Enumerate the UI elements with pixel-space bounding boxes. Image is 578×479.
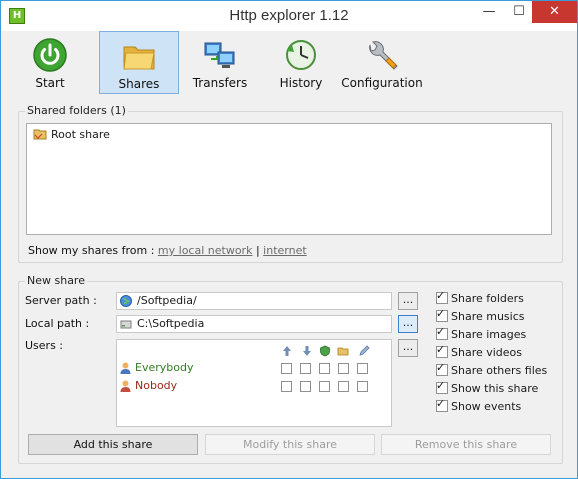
- user-avatar-icon: [120, 380, 131, 392]
- option-label: Show events: [451, 400, 522, 413]
- perm-checkbox[interactable]: [281, 363, 292, 374]
- drive-icon: [120, 320, 132, 329]
- internet-link[interactable]: internet: [263, 244, 307, 257]
- checkbox[interactable]: [436, 310, 448, 322]
- option-share-videos[interactable]: Share videos: [436, 346, 522, 359]
- start-label: Start: [35, 76, 65, 90]
- maximize-button[interactable]: ☐: [505, 1, 533, 23]
- perm-checkbox[interactable]: [357, 363, 368, 374]
- option-share-musics[interactable]: Share musics: [436, 310, 525, 323]
- transfers-label: Transfers: [192, 76, 248, 90]
- checkbox[interactable]: [436, 346, 448, 358]
- shares-label: Shares: [118, 77, 160, 91]
- upload-arrow-icon: [283, 346, 291, 356]
- option-share-folders[interactable]: Share folders: [436, 292, 524, 305]
- remove-share-button[interactable]: Remove this share: [381, 434, 551, 455]
- add-share-button[interactable]: Add this share: [28, 434, 198, 455]
- perm-checkbox[interactable]: [357, 381, 368, 392]
- minimize-button[interactable]: —: [475, 1, 503, 23]
- shared-folders-list[interactable]: Root share: [26, 123, 552, 235]
- root-share-label: Root share: [51, 128, 110, 141]
- app-window: H Http explorer 1.12 — ☐ ✕ Start Shares: [0, 0, 578, 479]
- checkbox[interactable]: [436, 364, 448, 376]
- user-avatar-icon: [120, 362, 131, 374]
- server-path-value: /Softpedia/: [137, 294, 197, 307]
- new-share-title: New share: [25, 274, 87, 287]
- toolbar: Start Shares Transfers History Configura…: [1, 31, 577, 95]
- transfers-button[interactable]: Transfers: [180, 31, 260, 94]
- wrench-icon: [369, 41, 398, 70]
- shield-icon: [320, 345, 330, 357]
- users-browse-button[interactable]: ...: [398, 339, 418, 357]
- history-label: History: [279, 76, 323, 90]
- perm-checkbox[interactable]: [319, 363, 330, 374]
- option-label: Share others files: [451, 364, 548, 377]
- perm-checkbox[interactable]: [281, 381, 292, 392]
- option-share-others-files[interactable]: Share others files: [436, 364, 547, 377]
- option-show-events[interactable]: Show events: [436, 400, 521, 413]
- local-path-label: Local path :: [25, 317, 90, 330]
- shared-folders-title: Shared folders (1): [25, 104, 128, 117]
- local-path-browse-button[interactable]: ...: [398, 315, 418, 333]
- server-path-label: Server path :: [25, 294, 97, 307]
- pencil-icon: [359, 345, 370, 356]
- option-label: Share images: [451, 328, 527, 341]
- link-separator: |: [255, 244, 260, 257]
- close-button[interactable]: ✕: [532, 1, 577, 23]
- server-path-field[interactable]: /Softpedia/: [116, 292, 392, 310]
- option-share-images[interactable]: Share images: [436, 328, 526, 341]
- checkbox[interactable]: [436, 382, 448, 394]
- title-bar: H Http explorer 1.12 — ☐ ✕: [1, 1, 577, 31]
- clock-icon: [286, 40, 316, 70]
- option-label: Share musics: [451, 310, 525, 323]
- start-button[interactable]: Start: [10, 31, 90, 94]
- show-shares-line: Show my shares from : my local network |…: [28, 244, 307, 257]
- local-network-link[interactable]: my local network: [158, 244, 253, 257]
- user-everybody[interactable]: Everybody: [135, 361, 193, 374]
- shares-button[interactable]: Shares: [99, 31, 179, 94]
- users-label: Users :: [25, 339, 64, 352]
- perm-checkbox[interactable]: [338, 363, 349, 374]
- show-shares-prefix: Show my shares from :: [28, 244, 155, 257]
- option-label: Share folders: [451, 292, 524, 305]
- server-path-browse-button[interactable]: ...: [398, 292, 418, 310]
- configuration-button[interactable]: Configuration: [341, 31, 423, 94]
- perm-checkbox[interactable]: [300, 363, 311, 374]
- checkbox[interactable]: [436, 292, 448, 304]
- checkbox[interactable]: [436, 328, 448, 340]
- perm-checkbox[interactable]: [338, 381, 349, 392]
- modify-share-button[interactable]: Modify this share: [205, 434, 375, 455]
- perm-checkbox[interactable]: [319, 381, 330, 392]
- computers-icon: [204, 42, 235, 68]
- download-arrow-icon: [303, 346, 311, 356]
- power-icon: [33, 38, 67, 72]
- user-nobody[interactable]: Nobody: [135, 379, 177, 392]
- local-path-field[interactable]: C:\Softpedia: [116, 315, 392, 333]
- history-button[interactable]: History: [261, 31, 341, 94]
- option-label: Show this share: [451, 382, 539, 395]
- shared-folder-icon: [33, 129, 47, 140]
- users-list[interactable]: Everybody Nobody: [116, 339, 392, 427]
- perm-checkbox[interactable]: [300, 381, 311, 392]
- globe-icon: [120, 295, 132, 307]
- folder-icon: [123, 46, 155, 70]
- checkbox[interactable]: [436, 400, 448, 412]
- list-item[interactable]: Root share: [33, 128, 110, 141]
- option-label: Share videos: [451, 346, 523, 359]
- option-show-this-share[interactable]: Show this share: [436, 382, 538, 395]
- configuration-label: Configuration: [341, 76, 423, 90]
- folder-open-icon: [337, 347, 349, 356]
- local-path-value: C:\Softpedia: [137, 317, 205, 330]
